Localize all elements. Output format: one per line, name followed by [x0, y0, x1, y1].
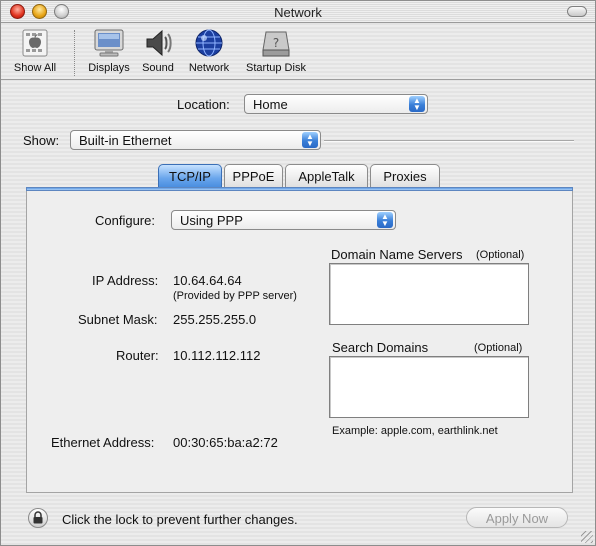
- configure-label: Configure:: [95, 213, 155, 228]
- subnet-mask-label: Subnet Mask:: [78, 312, 158, 327]
- show-divider: [324, 140, 574, 142]
- show-value: Built-in Ethernet: [79, 133, 172, 148]
- svg-text:?: ?: [273, 36, 279, 50]
- network-preferences-window: Network Show All Displays Sound Network …: [0, 0, 596, 546]
- toolbar-sound-button[interactable]: Sound: [139, 28, 177, 74]
- search-domains-label: Search Domains: [332, 340, 429, 355]
- hard-disk-icon: ?: [259, 28, 293, 58]
- lock-message: Click the lock to prevent further change…: [62, 512, 298, 527]
- toolbar-label-network: Network: [188, 62, 230, 74]
- configure-popup[interactable]: Using PPP ▲ ▼: [171, 210, 396, 230]
- tab-proxies[interactable]: Proxies: [370, 164, 440, 187]
- search-domains-textarea[interactable]: [329, 356, 529, 418]
- ip-address-value: 10.64.64.64: [173, 273, 242, 288]
- toolbar-show-all-button[interactable]: Show All: [9, 28, 61, 74]
- toolbar-label-startup-disk: Startup Disk: [246, 62, 306, 74]
- ethernet-address-value: 00:30:65:ba:a2:72: [173, 435, 278, 450]
- dns-servers-textarea[interactable]: [329, 263, 529, 325]
- speaker-icon: [141, 28, 175, 58]
- toolbar-separator: [74, 30, 75, 76]
- toolbar-startup-disk-button[interactable]: ? Startup Disk: [241, 28, 311, 74]
- toolbar: Show All Displays Sound Network ? Startu…: [1, 24, 595, 80]
- subnet-mask-value: 255.255.255.0: [173, 312, 257, 327]
- window-title: Network: [274, 5, 322, 20]
- location-label: Location:: [177, 97, 230, 112]
- toolbar-label-show-all: Show All: [13, 62, 57, 74]
- toolbar-label-sound: Sound: [142, 62, 174, 74]
- toolbar-displays-button[interactable]: Displays: [85, 28, 133, 74]
- toolbar-network-button[interactable]: Network: [185, 28, 233, 74]
- globe-icon: [192, 28, 226, 58]
- apple-show-all-icon: [18, 28, 52, 58]
- dns-optional-label: (Optional): [476, 249, 525, 261]
- toolbar-toggle-button[interactable]: [567, 6, 587, 17]
- lock-icon: [33, 511, 43, 524]
- location-value: Home: [253, 97, 288, 112]
- ip-address-note: (Provided by PPP server): [173, 290, 297, 302]
- toolbar-label-displays: Displays: [88, 62, 130, 74]
- router-value: 10.112.112.112: [173, 348, 261, 363]
- search-domains-example: Example: apple.com, earthlink.net: [332, 425, 498, 437]
- apply-now-button[interactable]: Apply Now: [466, 507, 568, 528]
- popup-arrows-icon: ▲ ▼: [409, 96, 425, 112]
- display-monitor-icon: [92, 28, 126, 58]
- location-popup[interactable]: Home ▲ ▼: [244, 94, 428, 114]
- popup-arrows-icon: ▲ ▼: [302, 132, 318, 148]
- search-domains-optional-label: (Optional): [474, 342, 523, 354]
- configure-value: Using PPP: [180, 213, 243, 228]
- tab-pppoe[interactable]: PPPoE: [224, 164, 283, 187]
- resize-grip[interactable]: [581, 531, 593, 543]
- dns-label: Domain Name Servers: [331, 247, 463, 262]
- tab-tcpip[interactable]: TCP/IP: [158, 164, 222, 187]
- lock-button[interactable]: [28, 508, 48, 528]
- ethernet-address-label: Ethernet Address:: [51, 435, 155, 450]
- show-popup[interactable]: Built-in Ethernet ▲ ▼: [70, 130, 321, 150]
- popup-arrows-icon: ▲ ▼: [377, 212, 393, 228]
- ip-address-label: IP Address:: [92, 273, 159, 288]
- tab-appletalk[interactable]: AppleTalk: [285, 164, 368, 187]
- title-bar[interactable]: Network: [1, 1, 595, 23]
- show-label: Show:: [23, 133, 60, 148]
- router-label: Router:: [116, 348, 159, 363]
